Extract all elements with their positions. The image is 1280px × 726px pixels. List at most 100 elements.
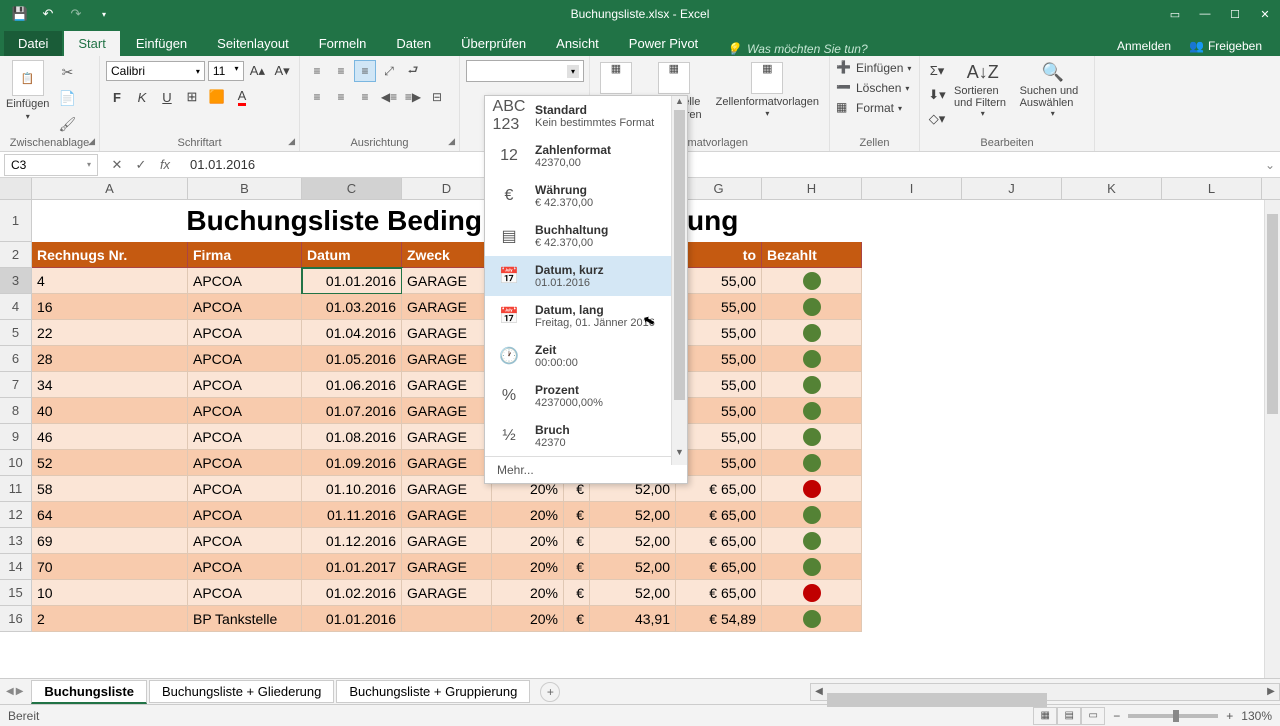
cell[interactable]: GARAGE <box>402 320 492 346</box>
cell[interactable]: APCOA <box>188 346 302 372</box>
align-center-icon[interactable]: ≡ <box>330 86 352 108</box>
row-header[interactable]: 7 <box>0 372 32 398</box>
fill-color-button[interactable]: 🟧 <box>206 86 228 108</box>
cell[interactable]: 01.01.2017 <box>302 554 402 580</box>
cell[interactable]: 01.02.2016 <box>302 580 402 606</box>
sheet-nav-prev-icon[interactable]: ◀ <box>6 686 14 697</box>
cell[interactable]: € 65,00 <box>676 502 762 528</box>
cell[interactable]: APCOA <box>188 268 302 294</box>
redo-icon[interactable]: ↷ <box>64 3 88 25</box>
zoom-out-icon[interactable]: − <box>1113 709 1120 723</box>
cell-status[interactable] <box>762 424 862 450</box>
find-select-button[interactable]: 🔍 Suchen und Auswählen▾ <box>1018 60 1088 149</box>
cell[interactable]: GARAGE <box>402 398 492 424</box>
row-header[interactable]: 4 <box>0 294 32 320</box>
col-header[interactable]: A <box>32 178 188 199</box>
row-header[interactable]: 1 <box>0 200 32 242</box>
cell-status[interactable] <box>762 528 862 554</box>
cell[interactable]: 52,00 <box>590 502 676 528</box>
cell[interactable]: BP Tankstelle <box>188 606 302 632</box>
tab-view[interactable]: Ansicht <box>542 31 613 56</box>
save-icon[interactable]: 💾 <box>8 3 32 25</box>
sign-in-link[interactable]: Anmelden <box>1117 39 1171 53</box>
delete-cells-button[interactable]: ➖Löschen▾ <box>836 80 913 96</box>
page-break-view-icon[interactable]: ▭ <box>1081 707 1105 725</box>
header-cell[interactable]: Datum <box>302 242 402 268</box>
align-right-icon[interactable]: ≡ <box>354 86 376 108</box>
cell[interactable]: GARAGE <box>402 372 492 398</box>
decrease-indent-icon[interactable]: ◀≡ <box>378 86 400 108</box>
number-format-combo[interactable]: ▾ <box>466 60 584 82</box>
row-header[interactable]: 3 <box>0 268 32 294</box>
expand-formula-bar-icon[interactable]: ⌄ <box>1260 158 1280 172</box>
row-header[interactable]: 2 <box>0 242 32 268</box>
cell[interactable]: 46 <box>32 424 188 450</box>
add-sheet-button[interactable]: + <box>540 682 560 702</box>
horizontal-scrollbar[interactable]: ◀ ▶ <box>810 683 1280 701</box>
col-header[interactable]: H <box>762 178 862 199</box>
cell[interactable]: GARAGE <box>402 502 492 528</box>
cell[interactable]: € 65,00 <box>676 476 762 502</box>
scroll-right-icon[interactable]: ▶ <box>1263 686 1279 697</box>
cell[interactable]: 55,00 <box>676 424 762 450</box>
cell[interactable]: APCOA <box>188 372 302 398</box>
italic-button[interactable]: K <box>131 86 153 108</box>
row-header[interactable]: 10 <box>0 450 32 476</box>
header-cell[interactable]: Firma <box>188 242 302 268</box>
ribbon-options-icon[interactable]: ▭ <box>1160 0 1190 28</box>
name-box[interactable]: C3▾ <box>4 154 98 176</box>
col-header[interactable]: D <box>402 178 492 199</box>
qat-customize-icon[interactable]: ▾ <box>92 3 116 25</box>
insert-function-icon[interactable]: fx <box>154 154 176 176</box>
row-header[interactable]: 13 <box>0 528 32 554</box>
cell[interactable]: GARAGE <box>402 580 492 606</box>
share-button[interactable]: 👥 Freigeben <box>1181 36 1270 56</box>
cell[interactable]: 16 <box>32 294 188 320</box>
cell[interactable]: 64 <box>32 502 188 528</box>
cell[interactable]: 52,00 <box>590 528 676 554</box>
page-layout-view-icon[interactable]: ▤ <box>1057 707 1081 725</box>
cell-status[interactable] <box>762 294 862 320</box>
bold-button[interactable]: F <box>106 86 128 108</box>
format-cells-button[interactable]: ▦Format▾ <box>836 100 913 116</box>
format-option-accounting[interactable]: ▤ Buchhaltung € 42.370,00 <box>485 216 687 256</box>
cell-status[interactable] <box>762 502 862 528</box>
format-option-standard[interactable]: ABC123 Standard Kein bestimmtes Format <box>485 96 687 136</box>
format-option-time[interactable]: 🕐 Zeit 00:00:00 <box>485 336 687 376</box>
font-name-combo[interactable]: Calibri▾ <box>106 61 205 81</box>
cell[interactable]: 55,00 <box>676 268 762 294</box>
cell[interactable]: APCOA <box>188 554 302 580</box>
border-button[interactable]: ⊞ <box>181 86 203 108</box>
cell[interactable]: GARAGE <box>402 294 492 320</box>
cell[interactable]: 01.06.2016 <box>302 372 402 398</box>
tab-insert[interactable]: Einfügen <box>122 31 201 56</box>
header-cell[interactable]: to <box>676 242 762 268</box>
row-header[interactable]: 11 <box>0 476 32 502</box>
format-painter-icon[interactable]: 🖌 <box>53 112 81 136</box>
cell[interactable]: APCOA <box>188 476 302 502</box>
cell[interactable]: € 54,89 <box>676 606 762 632</box>
cell[interactable]: APCOA <box>188 580 302 606</box>
sheet-tab[interactable]: Buchungsliste + Gruppierung <box>336 680 530 703</box>
sheet-nav-next-icon[interactable]: ▶ <box>16 686 24 697</box>
cell[interactable]: € 65,00 <box>676 554 762 580</box>
cell[interactable]: 01.09.2016 <box>302 450 402 476</box>
cell[interactable]: 2 <box>32 606 188 632</box>
align-left-icon[interactable]: ≡ <box>306 86 328 108</box>
cell[interactable]: APCOA <box>188 424 302 450</box>
cell[interactable]: APCOA <box>188 294 302 320</box>
cell[interactable]: € <box>564 580 590 606</box>
increase-indent-icon[interactable]: ≡▶ <box>402 86 424 108</box>
minimize-icon[interactable]: — <box>1190 0 1220 28</box>
cell[interactable] <box>402 606 492 632</box>
cell[interactable]: € 65,00 <box>676 580 762 606</box>
cell[interactable]: 01.11.2016 <box>302 502 402 528</box>
cell[interactable]: € <box>564 606 590 632</box>
cell[interactable]: GARAGE <box>402 476 492 502</box>
cell[interactable]: 01.01.2016 <box>302 268 402 294</box>
align-middle-icon[interactable]: ≡ <box>330 60 352 82</box>
cancel-edit-icon[interactable]: ✕ <box>106 154 128 176</box>
dropdown-scrollbar[interactable]: ▲ ▼ <box>671 96 687 465</box>
orientation-icon[interactable]: ⤢ <box>378 60 400 82</box>
cell[interactable]: APCOA <box>188 450 302 476</box>
